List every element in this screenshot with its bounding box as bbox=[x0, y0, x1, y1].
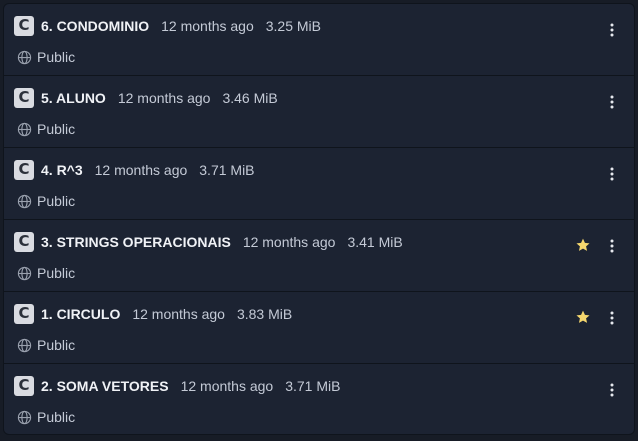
list-item[interactable]: C 5. ALUNO 12 months ago 3.46 MiB Public bbox=[4, 76, 634, 148]
kebab-menu-icon[interactable] bbox=[600, 378, 624, 402]
visibility-label: Public bbox=[37, 265, 76, 281]
item-size: 3.71 MiB bbox=[285, 378, 341, 394]
visibility-label: Public bbox=[37, 193, 76, 209]
globe-icon bbox=[17, 194, 32, 209]
star-icon[interactable] bbox=[574, 236, 592, 254]
globe-icon bbox=[17, 338, 32, 353]
item-title[interactable]: 5. ALUNO bbox=[41, 90, 106, 106]
item-updated: 12 months ago bbox=[132, 306, 225, 322]
kebab-menu-icon[interactable] bbox=[600, 90, 624, 114]
globe-icon bbox=[17, 410, 32, 425]
globe-icon bbox=[17, 266, 32, 281]
kebab-menu-icon[interactable] bbox=[600, 18, 624, 42]
item-size: 3.46 MiB bbox=[222, 90, 278, 106]
item-title[interactable]: 1. CIRCULO bbox=[41, 306, 120, 322]
kebab-menu-icon[interactable] bbox=[600, 162, 624, 186]
project-list: C 6. CONDOMINIO 12 months ago 3.25 MiB P… bbox=[3, 3, 635, 435]
kebab-menu-icon[interactable] bbox=[600, 306, 624, 330]
c-language-icon: C bbox=[14, 376, 34, 396]
c-language-icon: C bbox=[14, 304, 34, 324]
c-language-icon: C bbox=[14, 16, 34, 36]
c-language-icon: C bbox=[14, 232, 34, 252]
item-title[interactable]: 2. SOMA VETORES bbox=[41, 378, 169, 394]
item-title[interactable]: 6. CONDOMINIO bbox=[41, 18, 149, 34]
list-item[interactable]: C 4. R^3 12 months ago 3.71 MiB Public bbox=[4, 148, 634, 220]
item-updated: 12 months ago bbox=[242, 234, 336, 250]
item-updated: 12 months ago bbox=[94, 162, 188, 178]
item-updated: 12 months ago bbox=[161, 18, 254, 34]
item-updated: 12 months ago bbox=[117, 90, 211, 106]
c-language-icon: C bbox=[14, 160, 34, 180]
visibility-label: Public bbox=[37, 49, 76, 65]
kebab-menu-icon[interactable] bbox=[600, 234, 624, 258]
item-size: 3.25 MiB bbox=[265, 18, 321, 34]
visibility-label: Public bbox=[37, 409, 76, 425]
globe-icon bbox=[17, 50, 32, 65]
item-size: 3.83 MiB bbox=[236, 306, 293, 322]
visibility-label: Public bbox=[37, 121, 76, 137]
item-title[interactable]: 4. R^3 bbox=[41, 162, 83, 178]
list-item[interactable]: C 6. CONDOMINIO 12 months ago 3.25 MiB P… bbox=[4, 4, 634, 76]
item-size: 3.41 MiB bbox=[347, 234, 403, 250]
item-size: 3.71 MiB bbox=[199, 162, 255, 178]
list-item[interactable]: C 3. STRINGS OPERACIONAIS 12 months ago … bbox=[4, 220, 634, 292]
star-icon[interactable] bbox=[574, 308, 592, 326]
visibility-label: Public bbox=[37, 337, 76, 353]
list-item[interactable]: C 2. SOMA VETORES 12 months ago 3.71 MiB… bbox=[4, 364, 634, 434]
globe-icon bbox=[17, 122, 32, 137]
item-title[interactable]: 3. STRINGS OPERACIONAIS bbox=[41, 234, 231, 250]
c-language-icon: C bbox=[14, 88, 34, 108]
item-updated: 12 months ago bbox=[180, 378, 274, 394]
list-item[interactable]: C 1. CIRCULO 12 months ago 3.83 MiB Publ… bbox=[4, 292, 634, 364]
